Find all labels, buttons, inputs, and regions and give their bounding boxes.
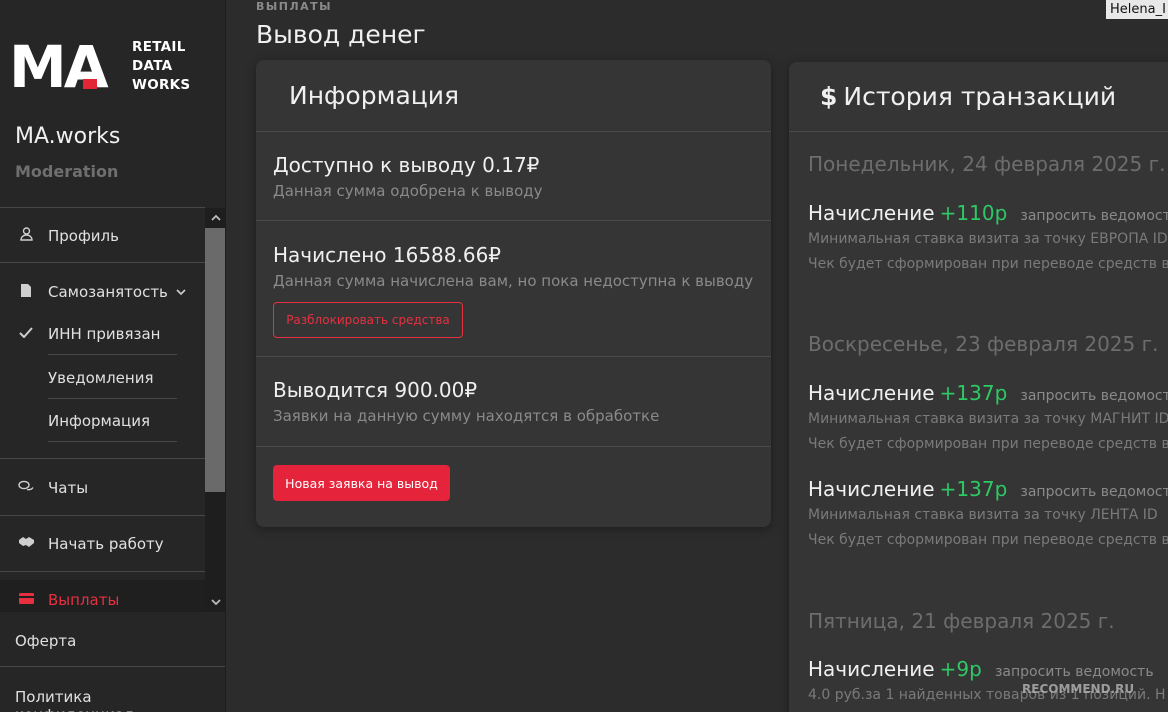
accrued-amount: Начислено 16588.66₽ [273,243,502,267]
org-name: MA.works [15,124,121,149]
tx-type: Начисление [808,657,935,681]
divider [0,207,205,208]
logo-line-works: WORKS [132,77,191,93]
divider [0,262,205,263]
user-icon [18,227,34,245]
tx-description: Минимальная ставка визита за точку ЕВРОП… [808,231,1168,247]
tx-type: Начисление [808,477,935,501]
nav-item-start-work[interactable]: Начать работу [0,524,205,564]
tx-type: Начисление [808,201,935,225]
user-name-tag[interactable]: Helena_I [1106,0,1168,19]
divider [0,571,205,572]
tx-description: Минимальная ставка визита за точку МАГНИ… [808,411,1168,427]
nav-label-start-work: Начать работу [48,535,164,553]
divider [0,458,205,459]
tx-item: Начисление +110р запросить ведомость [808,201,1168,225]
credit-card-icon [18,592,34,608]
tx-type: Начисление [808,381,935,405]
available-row: Доступно к выводу 0.17₽ Данная сумма одо… [256,132,771,221]
privacy-link[interactable]: Политика конфиденциал... [15,688,225,712]
tx-receipt-note: Чек будет сформирован при переводе средс… [808,436,1168,452]
logo-red-dot [83,79,97,89]
withdrawing-amount: Выводится 900.00₽ [273,378,478,402]
accrued-note: Данная сумма начислена вам, но пока недо… [273,272,754,290]
org-role: Moderation [15,162,119,181]
watermark: RECOMMEND.RU [1022,682,1135,696]
logo-line-retail: RETAIL [132,39,186,55]
history-header: $ История транзакций [789,62,1168,132]
available-note: Данная сумма одобрена к выводу [273,182,543,200]
nav-item-profile[interactable]: Профиль [0,216,205,256]
transaction-history-card: $ История транзакций Понедельник, 24 фев… [789,62,1168,712]
tx-amount: +137р [939,477,1008,501]
scroll-down-icon[interactable] [205,593,225,611]
info-card-title: Информация [256,60,771,132]
nav-item-inn[interactable]: ИНН привязан [0,314,205,354]
withdrawing-note: Заявки на данную сумму находятся в обраб… [273,407,660,425]
new-withdrawal-button[interactable]: Новая заявка на вывод [273,465,450,501]
tx-amount: +137р [939,381,1008,405]
divider [48,441,177,442]
tx-item: Начисление +9р запросить ведомость [808,657,1154,681]
request-statement-link[interactable]: запросить ведомость [995,664,1154,680]
logo-line-data: DATA [132,58,173,74]
tx-receipt-note: Чек будет сформирован при переводе средс… [808,256,1168,272]
tx-date-heading: Пятница, 21 февраля 2025 г. [808,609,1115,633]
tx-amount: +9р [939,657,982,681]
dollar-icon: $ [820,82,838,111]
nav-label-profile: Профиль [48,227,119,245]
unlock-funds-button[interactable]: Разблокировать средства [273,302,463,338]
history-title: История транзакций [843,82,1117,111]
offer-link[interactable]: Оферта [15,632,76,650]
nav-label-inn: ИНН привязан [48,325,161,343]
chevron-down-icon [176,286,186,299]
chat-icon [18,480,34,497]
logo-text: RETAIL DATA WORKS [132,38,190,95]
tx-date-heading: Понедельник, 24 февраля 2025 г. [808,152,1166,176]
nav-item-chats[interactable]: Чаты [0,468,205,508]
nav-label-selfemployed: Самозанятость [48,283,168,301]
tx-receipt-note: Чек будет сформирован при переводе средс… [808,532,1168,548]
nav-item-information[interactable]: Информация [48,412,150,430]
tx-item: Начисление +137р запросить ведомость [808,477,1168,501]
handshake-icon [18,536,34,552]
accrued-row: Начислено 16588.66₽ Данная сумма начисле… [256,221,771,357]
document-icon [18,283,34,302]
request-statement-link[interactable]: запросить ведомость [1020,208,1168,224]
page-title: Вывод денег [256,20,426,49]
tx-description: Минимальная ставка визита за точку ЛЕНТА… [808,507,1158,523]
tx-item: Начисление +137р запросить ведомость [808,381,1168,405]
tx-amount: +110р [939,201,1008,225]
nav-item-selfemployed[interactable]: Самозанятость [0,272,205,312]
nav-label-payouts: Выплаты [48,591,120,609]
check-icon [18,326,34,342]
available-amount: Доступно к выводу 0.17₽ [273,153,540,177]
divider [0,515,205,516]
request-statement-link[interactable]: запросить ведомость [1020,484,1168,500]
nav-label-chats: Чаты [48,479,89,497]
divider [48,398,177,399]
sidebar: MA RETAIL DATA WORKS MA.works Moderation… [0,0,226,712]
withdrawing-row: Выводится 900.00₽ Заявки на данную сумму… [256,357,771,447]
scroll-thumb[interactable] [205,228,225,492]
breadcrumb: ВЫПЛАТЫ [256,0,333,13]
tx-date-heading: Воскресенье, 23 февраля 2025 г. [808,332,1159,356]
info-card: Информация Доступно к выводу 0.17₽ Данна… [256,60,771,527]
scroll-up-icon[interactable] [205,208,225,226]
divider [48,354,177,355]
sidebar-footer: Оферта Политика конфиденциал... [0,612,225,712]
divider [0,666,225,667]
sidebar-scrollbar[interactable] [205,208,225,612]
request-statement-link[interactable]: запросить ведомость [1020,388,1168,404]
nav-item-notifications[interactable]: Уведомления [48,369,153,387]
